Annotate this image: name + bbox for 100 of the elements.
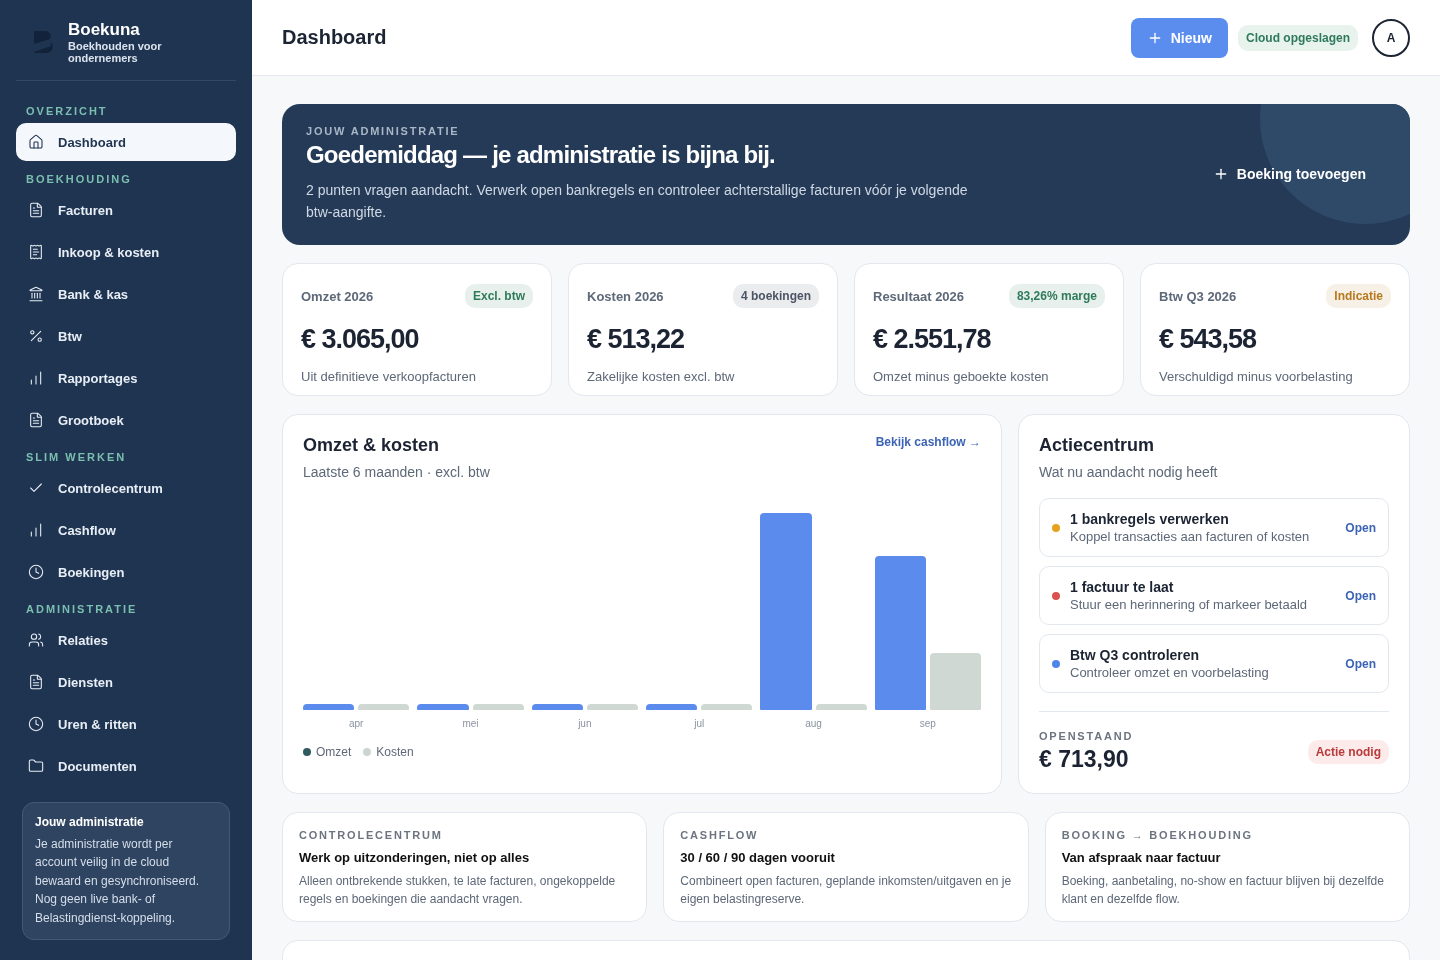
stat-note: Omzet minus geboekte kosten	[873, 369, 1050, 384]
card-title: Actiecentrum	[1039, 435, 1156, 456]
avatar[interactable]: A	[1372, 18, 1410, 57]
cost-bar	[472, 704, 524, 710]
cost-bar	[586, 704, 638, 710]
card-eyebrow: CONTROLECENTRUM	[299, 829, 444, 841]
banner-title: Goedemiddag — je administratie is bijna bij.	[306, 140, 776, 169]
legend-label: Omzet	[316, 745, 352, 759]
card-subtitle: Laatste 6 maanden · excl. btw	[303, 464, 490, 480]
nav-item[interactable]: Documenten	[16, 747, 236, 785]
cost-bar	[815, 704, 867, 710]
people-icon	[28, 632, 44, 648]
percent-icon	[28, 328, 44, 344]
brand-name: Boekuna	[68, 20, 141, 40]
cost-bar	[701, 704, 753, 710]
document-icon	[28, 674, 44, 690]
panel-text: Je administratie wordt per account veilig in de cloud bewaard en gesynchroniseerd. Nog geen live bank- of Belastingdienst-koppeling.	[35, 835, 201, 927]
nav-section-heading: BOEKHOUDING	[25, 172, 133, 187]
card-subtitle: Wat nu aandacht nodig heeft	[1039, 464, 1219, 480]
revenue-bar	[531, 704, 583, 710]
cost-bar	[358, 704, 410, 710]
outstanding-label: OPENSTAAND	[1039, 730, 1134, 742]
card-eyebrow: CASHFLOW	[680, 829, 760, 841]
nav-item[interactable]: Dashboard	[16, 123, 236, 161]
cost-bar	[929, 652, 981, 710]
banner-text: 2 punten vragen aandacht. Verwerk open bankregels en controleer achterstallige facturen vóór je volgende btw-aangifte.	[306, 180, 969, 222]
stat-label: Kosten 2026	[587, 288, 664, 304]
cashflow-link[interactable]: Bekijk cashflow →	[875, 435, 981, 449]
stat-badge: 4 boekingen	[733, 284, 819, 308]
open-link[interactable]: Open	[1345, 656, 1376, 671]
stat-value: € 513,22	[587, 324, 686, 355]
stat-value: € 543,58	[1159, 324, 1258, 355]
stat-label: Omzet 2026	[301, 288, 374, 304]
brand-tagline: Boekhouden voor ondernemers	[68, 40, 163, 64]
action-item[interactable]: 1 factuur te laat Stuur een herinnering of markeer betaald Open	[1039, 566, 1389, 625]
bar-chart-icon	[28, 522, 44, 538]
stat-note: Verschuldigd minus voorbelasting	[1159, 369, 1354, 384]
nav-item[interactable]: Facturen	[16, 191, 236, 229]
action-item[interactable]: Btw Q3 controleren Controleer omzet en voorbelasting Open	[1039, 634, 1389, 693]
nav-section-heading: OVERZICHT	[25, 104, 109, 119]
stat-label: Btw Q3 2026	[1159, 288, 1237, 304]
card-text: Combineert open facturen, geplande inkomsten/uitgaven en je eigen belastingreserve.	[680, 873, 1012, 908]
month-label: jun	[577, 718, 593, 729]
open-link[interactable]: Open	[1345, 520, 1376, 535]
action-item[interactable]: 1 bankregels verwerken Koppel transacties aan facturen of kosten Open	[1039, 498, 1389, 557]
panel-title: Jouw administratie	[35, 814, 145, 829]
nav-item[interactable]: Grootboek	[16, 401, 236, 439]
outstanding-value: € 713,90	[1039, 746, 1130, 773]
stat-badge: Excl. btw	[465, 284, 533, 308]
action-text: Controleer omzet en voorbelasting	[1070, 665, 1270, 680]
nav-item[interactable]: Relaties	[16, 621, 236, 659]
status-badge: Cloud opgeslagen	[1238, 24, 1358, 51]
add-booking-button[interactable]: Boeking toevoegen	[1206, 164, 1372, 183]
card-text: Alleen ontbrekende stukken, te late facturen, ongekoppelde regels en boekingen die aandacht vragen.	[299, 873, 617, 908]
month-label: sep	[918, 718, 937, 729]
stat-note: Uit definitieve verkoopfacturen	[301, 369, 477, 384]
card-title: Omzet & kosten	[303, 435, 441, 456]
nav-item[interactable]: Cashflow	[16, 511, 236, 549]
nav-item[interactable]: Boekingen	[16, 553, 236, 591]
month-label: apr	[347, 718, 365, 729]
action-title: Btw Q3 controleren	[1070, 647, 1201, 663]
open-link[interactable]: Open	[1345, 588, 1376, 603]
clock-icon	[28, 716, 44, 732]
bar-chart-icon	[28, 370, 44, 386]
stat-label: Resultaat 2026	[873, 288, 965, 304]
card-title: Van afspraak naar factuur	[1061, 850, 1222, 865]
legend-label: Kosten	[376, 745, 414, 759]
stat-badge: 83,26% marge	[1008, 284, 1105, 308]
month-label: jul	[693, 718, 706, 729]
nav-item[interactable]: Rapportages	[16, 359, 236, 397]
action-text: Stuur een herinnering of markeer betaald	[1070, 597, 1309, 612]
nav-item[interactable]: Diensten	[16, 663, 236, 701]
folder-icon	[28, 758, 44, 774]
document-icon	[28, 202, 44, 218]
nav-item[interactable]: Btw	[16, 317, 236, 355]
action-title: 1 factuur te laat	[1070, 579, 1175, 595]
card-title: Werk op uitzonderingen, niet op alles	[299, 850, 531, 865]
stat-note: Zakelijke kosten excl. btw	[587, 369, 736, 384]
bank-icon	[28, 286, 44, 302]
action-title: 1 bankregels verwerken	[1070, 511, 1230, 527]
revenue-bar	[303, 704, 355, 710]
document-icon	[28, 412, 44, 428]
nav-item[interactable]: Bank & kas	[16, 275, 236, 313]
month-label: mei	[461, 718, 480, 729]
card-text: Boeking, aanbetaling, no-show en factuur blijven bij dezelfde klant en dezelfde flow.	[1061, 873, 1385, 908]
receipt-icon	[28, 244, 44, 260]
stat-badge: Indicatie	[1326, 284, 1391, 308]
clock-icon	[28, 564, 44, 580]
card-eyebrow: BOOKING → BOEKHOUDING	[1061, 829, 1254, 841]
home-icon	[28, 134, 44, 150]
card-title: 30 / 60 / 90 dagen vooruit	[680, 850, 836, 865]
nav-item[interactable]: Uren & ritten	[16, 705, 236, 743]
month-label: aug	[804, 718, 823, 729]
nav-section-heading: ADMINISTRATIE	[25, 602, 139, 617]
status-badge: Actie nodig	[1307, 739, 1389, 764]
stat-value: € 2.551,78	[873, 324, 992, 355]
stat-value: € 3.065,00	[301, 324, 420, 355]
nav-item[interactable]: Inkoop & kosten	[16, 233, 236, 271]
nav-item[interactable]: Controlecentrum	[16, 469, 236, 507]
banner-eyebrow: JOUW ADMINISTRATIE	[306, 124, 461, 137]
